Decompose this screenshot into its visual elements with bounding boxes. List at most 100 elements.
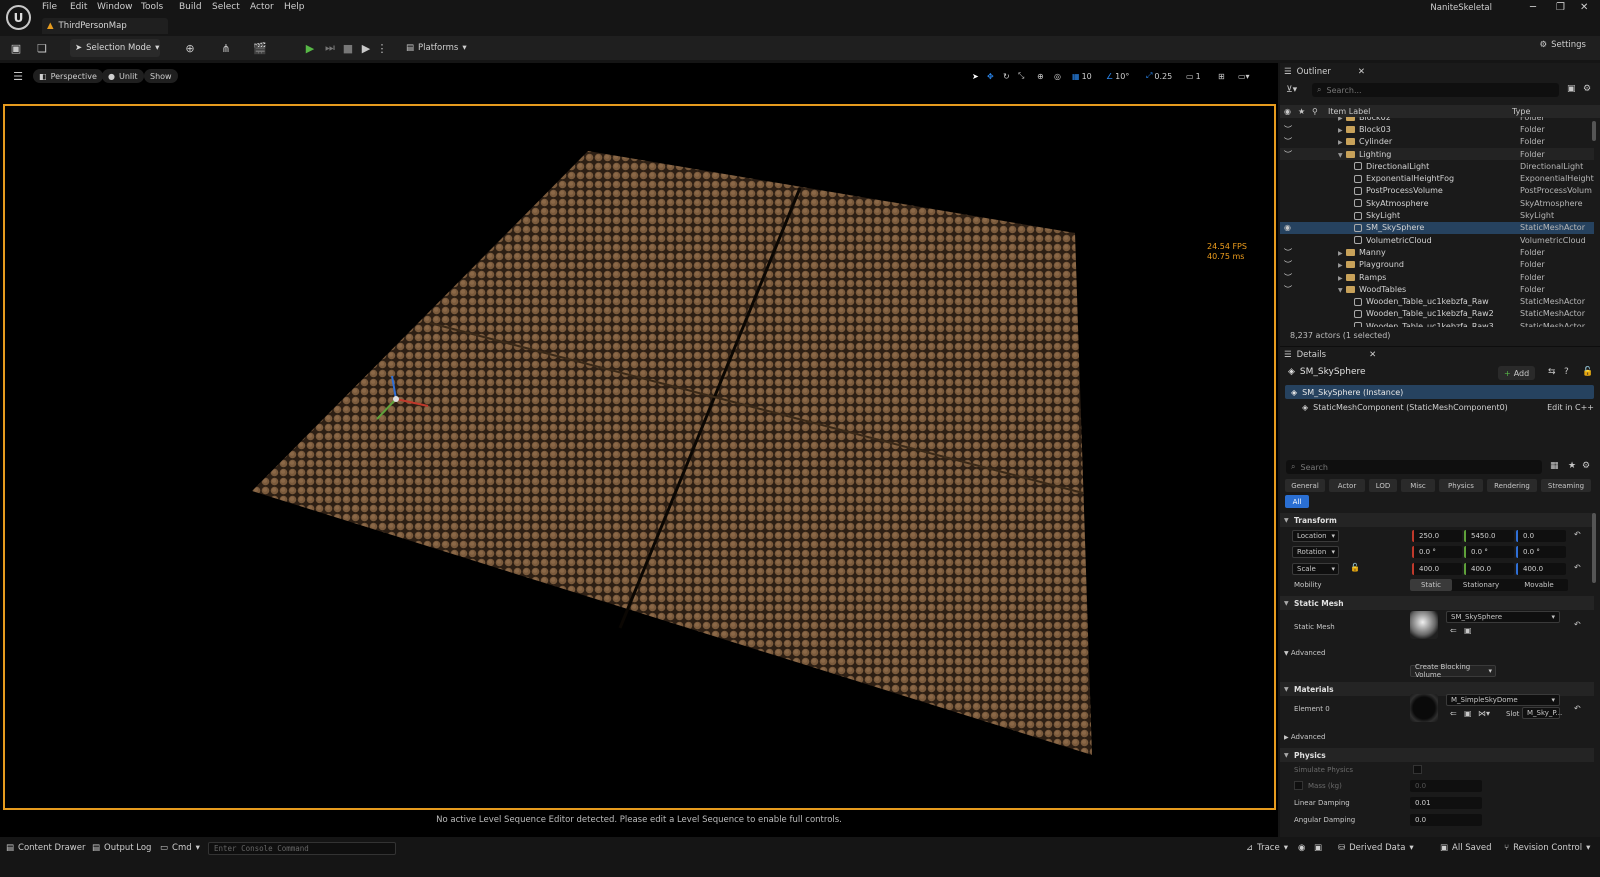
outliner-actor-row[interactable]: ExponentialHeightFog ExponentialHeightF bbox=[1280, 173, 1594, 185]
tab-misc[interactable]: Misc bbox=[1401, 479, 1435, 492]
outliner-actor-row[interactable]: PostProcessVolume PostProcessVolum bbox=[1280, 185, 1594, 197]
settings-button[interactable]: ⚙ Settings bbox=[1540, 40, 1587, 50]
more-options-icon[interactable]: ⋮ bbox=[374, 40, 390, 56]
outliner-folder-row[interactable]: ︶ ▶ Cylinder Folder bbox=[1280, 136, 1594, 148]
add-folder-icon[interactable]: ▣ bbox=[1567, 84, 1576, 94]
simulate-physics-checkbox[interactable] bbox=[1413, 765, 1422, 774]
static-mesh-section[interactable]: ▼ Static Mesh bbox=[1280, 596, 1594, 610]
static-mesh-picker[interactable]: SM_SkySphere ▾ bbox=[1446, 611, 1560, 623]
outliner-folder-row[interactable]: ︶ ▶ Playground Folder bbox=[1280, 259, 1594, 271]
type-column[interactable]: Type bbox=[1512, 107, 1530, 116]
rotation-x-input[interactable]: 0.0 ° bbox=[1412, 546, 1462, 558]
visibility-eye-icon[interactable]: ︶ bbox=[1284, 136, 1292, 147]
tab-all[interactable]: All bbox=[1285, 495, 1309, 508]
menu-tools[interactable]: Tools bbox=[141, 2, 163, 12]
location-z-input[interactable]: 0.0 bbox=[1516, 530, 1566, 542]
outliner-actor-row[interactable]: Wooden_Table_uc1kebzfa_Raw StaticMeshActo… bbox=[1280, 296, 1594, 308]
angular-damping-input[interactable]: 0.0 bbox=[1410, 814, 1482, 826]
outliner-folder-row[interactable]: ︶ ▶ Ramps Folder bbox=[1280, 271, 1594, 283]
link-icon[interactable]: ⋈▾ bbox=[1478, 709, 1490, 718]
outliner-actor-row[interactable]: Wooden_Table_uc1kebzfa_Raw3 StaticMeshAct… bbox=[1280, 320, 1594, 327]
outliner-actor-row[interactable]: SkyAtmosphere SkyAtmosphere bbox=[1280, 197, 1594, 209]
browse-icon[interactable]: ▣ bbox=[1464, 709, 1472, 718]
material-thumbnail[interactable] bbox=[1410, 694, 1438, 722]
visibility-eye-icon[interactable]: ◉ bbox=[1284, 223, 1291, 232]
outliner-folder-row[interactable]: ︶ ▼ WoodTables Folder bbox=[1280, 283, 1594, 295]
rotation-dropdown[interactable]: Rotation ▾ bbox=[1292, 546, 1339, 558]
content-browser-icon[interactable]: ❏ bbox=[34, 40, 50, 56]
expand-arrow-icon[interactable]: ▼ bbox=[1338, 152, 1346, 159]
outliner-actor-row[interactable]: VolumetricCloud VolumetricCloud bbox=[1280, 234, 1594, 246]
scale-dropdown[interactable]: Scale ▾ bbox=[1292, 563, 1339, 575]
mobility-stationary[interactable]: Stationary bbox=[1452, 579, 1510, 591]
save-icon[interactable]: ▣ bbox=[8, 40, 24, 56]
outliner-actor-row[interactable]: ◉ SM_SkySphere StaticMeshActor bbox=[1280, 221, 1594, 234]
favorites-icon[interactable]: ★ bbox=[1568, 461, 1576, 471]
location-dropdown[interactable]: Location ▾ bbox=[1292, 530, 1339, 542]
tab-lod[interactable]: LOD bbox=[1369, 479, 1397, 492]
menu-window[interactable]: Window bbox=[97, 2, 133, 12]
mesh-thumbnail[interactable] bbox=[1410, 611, 1438, 639]
visibility-eye-icon[interactable]: ︶ bbox=[1284, 149, 1292, 160]
menu-actor[interactable]: Actor bbox=[250, 2, 274, 12]
advanced-toggle[interactable]: ▼ Advanced bbox=[1284, 649, 1325, 657]
revision-control-dropdown[interactable]: ⑂ Revision Control ▾ bbox=[1504, 843, 1590, 853]
outliner-scrollbar[interactable] bbox=[1592, 121, 1596, 141]
tab-rendering[interactable]: Rendering bbox=[1487, 479, 1537, 492]
close-tab-icon[interactable]: ✕ bbox=[1358, 67, 1365, 77]
visibility-eye-icon[interactable]: ︶ bbox=[1284, 284, 1292, 295]
expand-arrow-icon[interactable]: ▼ bbox=[1338, 287, 1346, 294]
details-scrollbar[interactable] bbox=[1592, 513, 1596, 583]
advanced-toggle[interactable]: ▶ Advanced bbox=[1284, 733, 1325, 741]
menu-build[interactable]: Build bbox=[179, 2, 202, 12]
outliner-search-input[interactable]: ⌕ Search... bbox=[1312, 83, 1559, 97]
play-icon[interactable]: ▶ bbox=[302, 40, 318, 56]
console-command-input[interactable]: Enter Console Command bbox=[208, 842, 396, 855]
menu-edit[interactable]: Edit bbox=[70, 2, 87, 12]
material-picker[interactable]: M_SimpleSkyDome ▾ bbox=[1446, 694, 1560, 706]
stop-icon[interactable]: ■ bbox=[340, 40, 356, 56]
location-y-input[interactable]: 5450.0 bbox=[1464, 530, 1514, 542]
gear-icon[interactable]: ⚙ bbox=[1582, 461, 1590, 471]
level-viewport[interactable]: ☰ ◧ Perspective ● Unlit Show ➤ ✥ ↻ ⤡ ⊕ ◎… bbox=[0, 63, 1278, 837]
mobility-static[interactable]: Static bbox=[1410, 579, 1452, 591]
tab-physics[interactable]: Physics bbox=[1439, 479, 1483, 492]
platforms-dropdown[interactable]: ▤ Platforms ▾ bbox=[406, 40, 467, 56]
item-label-column[interactable]: Item Label bbox=[1328, 107, 1370, 116]
visibility-eye-icon[interactable]: ︶ bbox=[1284, 117, 1292, 123]
play-options-icon[interactable]: ▶ bbox=[358, 40, 374, 56]
selection-mode-dropdown[interactable]: ➤ Selection Mode ▾ bbox=[70, 39, 160, 57]
rotation-z-input[interactable]: 0.0 ° bbox=[1516, 546, 1566, 558]
tab-actor[interactable]: Actor bbox=[1329, 479, 1365, 492]
unreal-logo-icon[interactable]: U bbox=[6, 5, 31, 30]
filter-icon[interactable]: ⊻▾ bbox=[1286, 85, 1297, 95]
component-row[interactable]: ◈ StaticMeshComponent (StaticMeshCompone… bbox=[1302, 400, 1594, 414]
cmd-dropdown[interactable]: ▭ Cmd ▾ bbox=[160, 843, 200, 853]
blueprint-convert-icon[interactable]: ⇆ bbox=[1548, 367, 1556, 377]
output-log-button[interactable]: ▤ Output Log bbox=[92, 843, 151, 853]
gear-icon[interactable]: ⚙ bbox=[1583, 84, 1591, 94]
outliner-actor-row[interactable]: SkyLight SkyLight bbox=[1280, 209, 1594, 221]
screenshot-icon[interactable]: ▣ bbox=[1314, 843, 1322, 853]
details-search-input[interactable]: ⌕ Search bbox=[1286, 460, 1542, 474]
mass-input[interactable]: 0.0 bbox=[1410, 780, 1482, 792]
maximize-icon[interactable]: ❐ bbox=[1556, 2, 1565, 13]
mobility-movable[interactable]: Movable bbox=[1510, 579, 1568, 591]
visibility-eye-icon[interactable]: ︶ bbox=[1284, 247, 1292, 258]
blueprint-icon[interactable]: ⋔ bbox=[218, 40, 234, 56]
scale-x-input[interactable]: 400.0 bbox=[1412, 563, 1462, 575]
expand-arrow-icon[interactable]: ▶ bbox=[1338, 262, 1346, 269]
visibility-eye-icon[interactable]: ︶ bbox=[1284, 259, 1292, 270]
add-actor-icon[interactable]: ⊕ bbox=[182, 40, 198, 56]
use-selected-icon[interactable]: ⇐ bbox=[1450, 709, 1457, 718]
menu-select[interactable]: Select bbox=[212, 2, 240, 12]
derived-data-dropdown[interactable]: ⛁ Derived Data ▾ bbox=[1338, 843, 1414, 853]
minimize-icon[interactable]: ─ bbox=[1530, 2, 1536, 13]
scale-y-input[interactable]: 400.0 bbox=[1464, 563, 1514, 575]
map-tab[interactable]: ▲ ThirdPersonMap bbox=[42, 18, 168, 34]
edit-in-cpp-link[interactable]: Edit in C++ bbox=[1547, 403, 1594, 412]
tab-general[interactable]: General bbox=[1285, 479, 1325, 492]
star-column-icon[interactable]: ★ bbox=[1298, 107, 1305, 116]
scale-z-input[interactable]: 400.0 bbox=[1516, 563, 1566, 575]
lock-icon[interactable]: 🔓 bbox=[1582, 367, 1593, 377]
